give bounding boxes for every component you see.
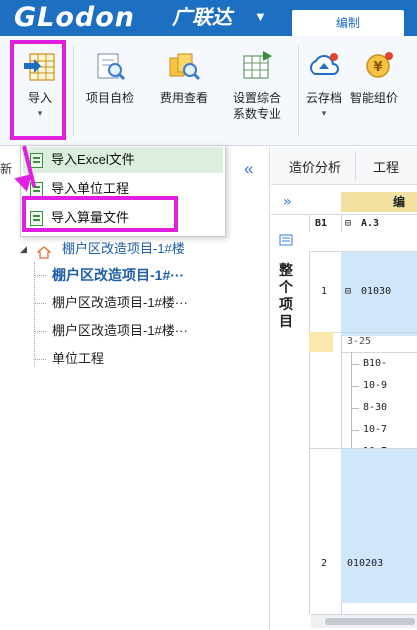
menu-item-label: 导入Excel文件: [51, 152, 135, 167]
grid-line: [341, 352, 417, 353]
cloud-save-icon: [306, 48, 342, 84]
home-icon: [36, 242, 52, 259]
grid-header: [341, 192, 417, 212]
tree-item[interactable]: 棚户区改造项目-1#楼···: [0, 290, 268, 316]
whole-project-label: 整个项目: [279, 262, 293, 329]
row-number: 1: [321, 286, 328, 297]
grid-col-code: B1: [315, 218, 328, 229]
tab-cost-analysis[interactable]: 造价分析: [289, 157, 341, 176]
grid-line: [351, 430, 359, 431]
app-logo-cn: 广联达: [172, 7, 232, 29]
tab-edit[interactable]: 编制: [292, 10, 404, 36]
quantity-file-highlight-box: [22, 196, 178, 232]
grid-line: [351, 364, 359, 365]
analysis-tabs: 造价分析 工程: [271, 147, 417, 185]
section-code: A.3: [361, 218, 380, 229]
grid-line: [351, 408, 359, 409]
menu-item-label: 导入单位工程: [51, 181, 130, 196]
tree-item[interactable]: 单位工程: [0, 346, 268, 372]
title-bar: GLodon 广联达 ▼ 编制: [0, 0, 417, 36]
app-menu-dropdown-icon[interactable]: ▼: [254, 8, 267, 26]
smart-price-icon: ¥: [360, 48, 396, 84]
row-code: 01030: [361, 286, 392, 297]
project-check-icon: [92, 48, 128, 84]
ribbon-divider: [73, 46, 74, 136]
settings-coefficient-label-1: 设置综合: [232, 91, 281, 105]
cloud-save-button[interactable]: 云存档 ▾: [304, 40, 344, 144]
sub-row-code[interactable]: 10-7: [363, 422, 387, 438]
tree-item-selected[interactable]: 棚户区改造项目-1#···: [0, 262, 268, 288]
svg-text:¥: ¥: [373, 60, 382, 75]
project-check-button[interactable]: 项目自检: [78, 40, 142, 144]
tab-project[interactable]: 工程: [373, 157, 399, 176]
grid-row-range[interactable]: [309, 332, 333, 352]
smart-price-button[interactable]: ¥ 智能组价: [346, 40, 417, 144]
project-check-label: 项目自检: [85, 91, 134, 105]
collapse-box-icon[interactable]: ⊟: [345, 284, 351, 300]
tree-item-label: 单位工程: [52, 351, 105, 366]
settings-grid-icon: [239, 48, 275, 84]
row-code: 010203: [347, 558, 384, 569]
tree-item[interactable]: 棚户区改造项目-1#楼···: [0, 318, 268, 344]
collapse-box-icon[interactable]: ⊟: [345, 216, 351, 232]
horizontal-scrollbar[interactable]: [311, 614, 417, 628]
sub-row-code[interactable]: B10-: [363, 356, 387, 372]
pricing-grid: » 编 B1 ⊟ A.3 整个项目 1 ⊟ 01030 3-25 B10- 10…: [271, 186, 417, 630]
grid-header-label: 编: [393, 195, 406, 209]
cost-view-button[interactable]: 费用查看: [152, 40, 216, 144]
grid-row-2[interactable]: [341, 448, 417, 603]
tree-item-label: 棚户区改造项目-1#楼···: [52, 295, 188, 310]
cost-view-icon: [166, 48, 202, 84]
grid-line: [351, 352, 352, 456]
expand-panel-icon[interactable]: »: [283, 194, 291, 210]
excel-file-icon: [30, 153, 43, 168]
settings-coefficient-button[interactable]: 设置综合 系数专业: [224, 40, 290, 144]
sub-row-code[interactable]: 8-30: [363, 400, 387, 416]
menu-item-import-excel[interactable]: 导入Excel文件: [23, 147, 223, 173]
range-text[interactable]: 3-25: [347, 334, 371, 350]
grid-line: [271, 214, 417, 215]
table-row-icon: [279, 234, 293, 252]
scrollbar-thumb[interactable]: [325, 618, 415, 625]
cloud-save-label: 云存档: [305, 91, 342, 105]
grid-line: [351, 386, 359, 387]
sub-row-code[interactable]: 10-9: [363, 378, 387, 394]
settings-coefficient-label-2: 系数专业: [232, 107, 281, 121]
expand-triangle-icon[interactable]: ◢: [20, 236, 27, 262]
grid-line: [309, 214, 310, 614]
grid-line: [309, 448, 417, 449]
row-number: 2: [321, 558, 328, 569]
edge-label: 新: [0, 162, 13, 176]
tree-item-label: 棚户区改造项目-1#楼···: [52, 323, 188, 338]
smart-price-label: 智能组价: [350, 91, 399, 105]
app-logo: GLodon: [14, 2, 136, 33]
tree-item-label: 棚户区改造项目-1#···: [52, 267, 185, 283]
tree-root-label: 棚户区改造项目-1#楼: [62, 241, 185, 256]
collapse-panel-icon[interactable]: «: [244, 160, 253, 178]
grid-row-section[interactable]: [309, 232, 417, 252]
cost-view-label: 费用查看: [159, 91, 208, 105]
ribbon-divider: [298, 46, 299, 136]
tab-divider: [355, 151, 356, 181]
chevron-down-icon: ▾: [321, 108, 327, 118]
tree-root-project[interactable]: ◢ 棚户区改造项目-1#楼: [0, 236, 268, 262]
import-highlight-box: [10, 40, 66, 140]
